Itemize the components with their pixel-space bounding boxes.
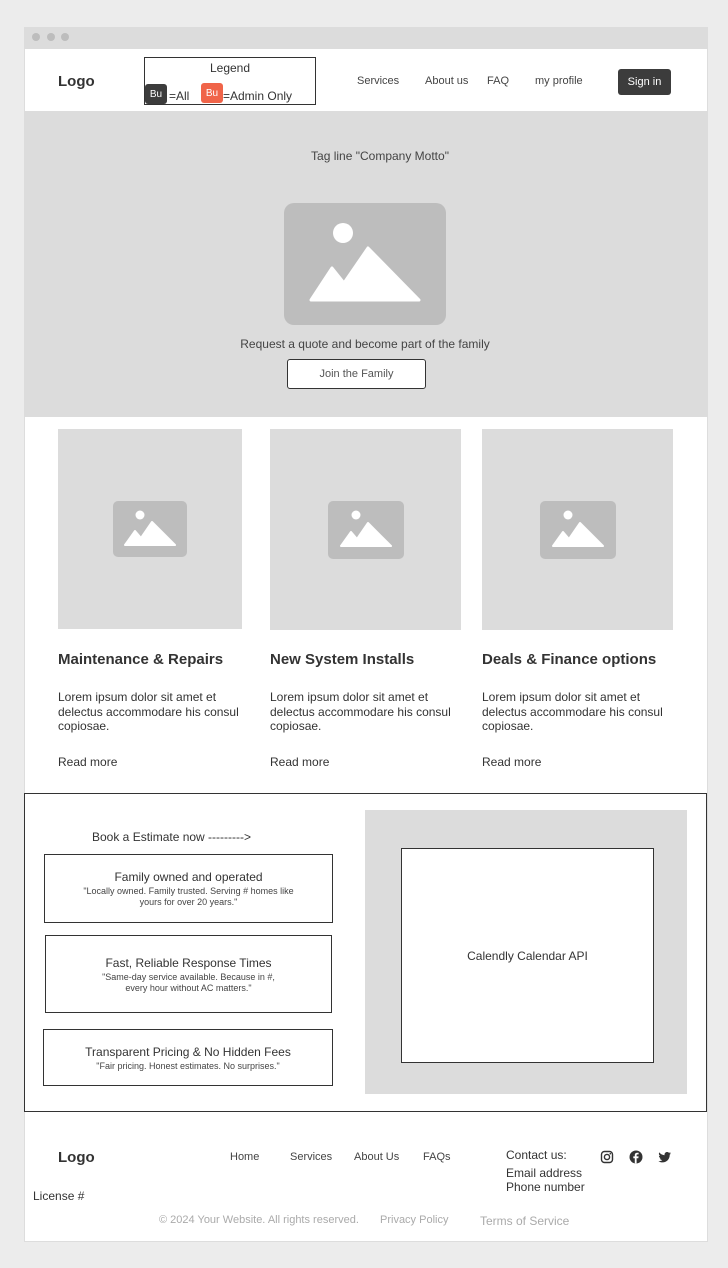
hero-cta-text: Request a quote and become part of the f… <box>240 337 490 351</box>
card-image-placeholder <box>58 429 242 629</box>
copyright-text: © 2024 Your Website. All rights reserved… <box>159 1214 359 1226</box>
window-dot-icon <box>61 33 69 41</box>
feature-subtitle: "Fair pricing. Honest estimates. No surp… <box>96 1061 280 1071</box>
feature-title: Family owned and operated <box>114 870 263 884</box>
contact-phone[interactable]: Phone number <box>506 1180 585 1195</box>
legend-box: Legend Bu =All Bu =Admin Only <box>144 57 316 105</box>
footer-link-about-us[interactable]: About Us <box>354 1151 399 1163</box>
terms-of-service-link[interactable]: Terms of Service <box>480 1214 569 1228</box>
legend-all-chip: Bu <box>145 84 167 104</box>
window-dot-icon <box>47 33 55 41</box>
card-body: Lorem ipsum dolor sit amet et delectus a… <box>482 690 663 733</box>
image-icon <box>113 501 187 557</box>
legend-admin-label: =Admin Only <box>223 89 293 103</box>
image-icon <box>309 223 421 302</box>
card-image-placeholder <box>482 429 673 630</box>
read-more-link[interactable]: Read more <box>482 755 541 769</box>
footer-link-home[interactable]: Home <box>230 1151 259 1163</box>
legend-admin-chip: Bu <box>201 83 223 103</box>
legend-title: Legend <box>209 61 251 75</box>
sign-in-button[interactable]: Sign in <box>618 69 671 95</box>
hero-tagline: Tag line "Company Motto" <box>311 149 449 163</box>
image-icon <box>539 500 616 559</box>
window-dot-icon <box>32 33 40 41</box>
book-estimate-heading: Book a Estimate now ---------> <box>92 830 252 844</box>
feature-box-transparent-pricing: Transparent Pricing & No Hidden Fees "Fa… <box>43 1029 333 1086</box>
read-more-link[interactable]: Read more <box>270 755 329 769</box>
contact-label: Contact us: <box>506 1148 567 1162</box>
nav-services[interactable]: Services <box>357 75 399 87</box>
feature-box-family-owned: Family owned and operated "Locally owned… <box>44 854 333 923</box>
nav-faq[interactable]: FAQ <box>487 75 509 87</box>
calendly-calendar-embed[interactable]: Calendly Calendar API <box>401 848 654 1063</box>
license-number: License # <box>33 1189 85 1203</box>
instagram-icon[interactable] <box>600 1150 614 1164</box>
footer-link-services[interactable]: Services <box>290 1151 332 1163</box>
browser-chrome-bar <box>24 27 708 49</box>
feature-subtitle: "Locally owned. Family trusted. Serving … <box>83 886 294 907</box>
privacy-policy-link[interactable]: Privacy Policy <box>380 1214 448 1226</box>
footer-logo[interactable]: Logo <box>58 1149 95 1166</box>
card-image-placeholder <box>270 429 461 630</box>
image-icon <box>327 500 404 559</box>
nav-my-profile[interactable]: my profile <box>535 75 583 87</box>
feature-box-response-times: Fast, Reliable Response Times "Same-day … <box>45 935 332 1013</box>
hero-image-placeholder <box>284 203 446 325</box>
legend-all-label: =All <box>169 89 190 103</box>
card-title: Deals & Finance options <box>482 651 657 668</box>
header-logo[interactable]: Logo <box>58 73 95 90</box>
hero-section: Tag line "Company Motto" Request a quote… <box>24 111 708 417</box>
feature-title: Transparent Pricing & No Hidden Fees <box>85 1045 291 1059</box>
card-title: New System Installs <box>270 651 415 668</box>
footer-link-faqs[interactable]: FAQs <box>423 1151 451 1163</box>
facebook-icon[interactable] <box>629 1150 643 1164</box>
read-more-link[interactable]: Read more <box>58 755 117 769</box>
nav-about-us[interactable]: About us <box>425 75 468 87</box>
contact-email[interactable]: Email address <box>506 1166 582 1181</box>
feature-title: Fast, Reliable Response Times <box>105 956 272 970</box>
card-title: Maintenance & Repairs <box>58 651 224 668</box>
join-the-family-button[interactable]: Join the Family <box>287 359 426 389</box>
card-body: Lorem ipsum dolor sit amet et delectus a… <box>270 690 451 733</box>
card-body: Lorem ipsum dolor sit amet et delectus a… <box>58 690 239 733</box>
twitter-icon[interactable] <box>658 1150 672 1164</box>
feature-subtitle: "Same-day service available. Because in … <box>102 972 275 993</box>
